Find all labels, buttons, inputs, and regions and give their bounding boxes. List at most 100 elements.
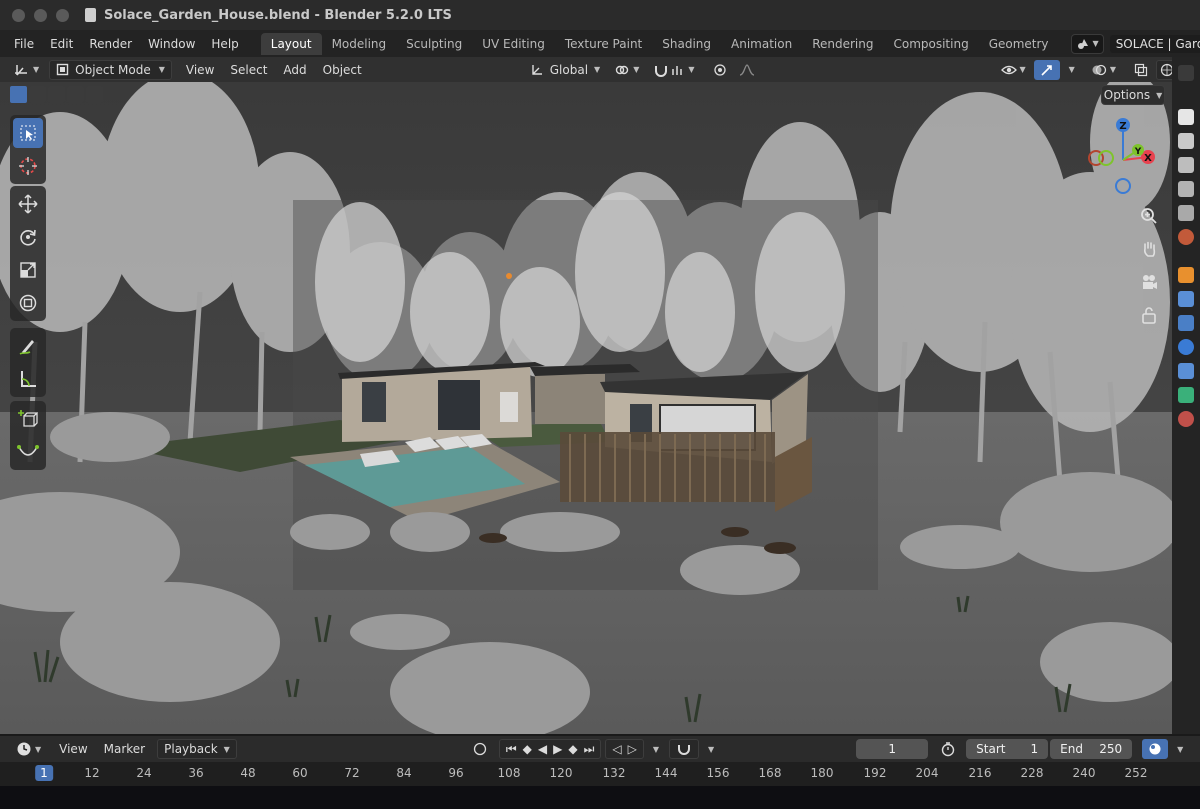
play-icon[interactable]: ▶ xyxy=(553,742,562,756)
zoom-button[interactable] xyxy=(1137,204,1161,228)
chevron-down-icon: ▼ xyxy=(1019,65,1026,74)
play-reverse-icon[interactable]: ◀ xyxy=(538,742,547,756)
orientation-icon xyxy=(532,64,542,75)
zoom-window-button[interactable] xyxy=(56,8,69,22)
timeline-view-dropdown[interactable]: ▼ xyxy=(1171,739,1189,759)
options-dropdown[interactable]: Options ▼ xyxy=(1101,85,1165,105)
tab-rendering[interactable]: Rendering xyxy=(802,33,883,55)
constraints-icon[interactable] xyxy=(1178,363,1194,379)
jump-keyframe-back-icon[interactable]: ◆ xyxy=(523,742,532,756)
menu-add[interactable]: Add xyxy=(277,60,312,80)
auto-keying-toggle[interactable] xyxy=(467,739,493,759)
mode-dropdown[interactable]: Object Mode ▼ xyxy=(49,59,172,80)
select-box-tool[interactable] xyxy=(13,118,43,148)
timeline-editor-type[interactable]: ▼ xyxy=(10,739,47,759)
snap-timeline-dropdown[interactable]: ▼ xyxy=(702,739,720,759)
add-cube-tool[interactable] xyxy=(13,404,43,434)
visibility-dropdown[interactable]: ▼ xyxy=(995,60,1032,80)
editor-type-button[interactable]: ▼ xyxy=(8,60,45,80)
render-properties-icon[interactable] xyxy=(1178,133,1194,149)
particles-icon[interactable] xyxy=(1178,315,1194,331)
minimize-window-button[interactable] xyxy=(34,8,47,22)
tab-compositing[interactable]: Compositing xyxy=(883,33,978,55)
object-properties-icon[interactable] xyxy=(1178,267,1194,283)
scene-selector[interactable]: ▼ xyxy=(1070,33,1104,54)
select-new-icon[interactable] xyxy=(10,86,27,103)
current-frame-marker[interactable]: 1 xyxy=(35,765,53,781)
select-subtract-icon[interactable] xyxy=(48,86,65,103)
snap-dropdown[interactable]: ▼ xyxy=(647,60,700,80)
timeline-view-toggle[interactable] xyxy=(1142,739,1169,759)
material-icon[interactable] xyxy=(1178,411,1194,427)
xray-toggle[interactable] xyxy=(1128,60,1154,80)
select-invert-icon[interactable] xyxy=(67,86,84,103)
menu-view[interactable]: View xyxy=(180,60,220,80)
annotate-tool[interactable] xyxy=(13,331,43,361)
menu-render[interactable]: Render xyxy=(81,37,140,51)
menu-object[interactable]: Object xyxy=(317,60,368,80)
select-extend-icon[interactable] xyxy=(29,86,46,103)
overlays-toggle[interactable]: ▼ xyxy=(1085,60,1122,80)
orientation-label: Global xyxy=(549,62,589,77)
proportional-falloff-dropdown[interactable] xyxy=(733,60,761,80)
tab-animation[interactable]: Animation xyxy=(721,33,802,55)
gizmo-dropdown[interactable]: ▼ xyxy=(1063,60,1081,80)
scene-properties-icon[interactable] xyxy=(1178,205,1194,221)
timeline-menu-view[interactable]: View xyxy=(53,739,93,759)
tab-geometry[interactable]: Geometry xyxy=(979,33,1059,55)
tab-sculpting[interactable]: Sculpting xyxy=(396,33,472,55)
jump-keyframe-forward-icon[interactable]: ◆ xyxy=(568,742,577,756)
object-data-icon[interactable] xyxy=(1178,387,1194,403)
jump-start-icon[interactable]: ⏮ xyxy=(506,742,517,757)
active-tool-icon[interactable] xyxy=(1178,109,1194,125)
cursor-tool[interactable] xyxy=(13,151,43,181)
wood-fence xyxy=(560,432,775,502)
frame-ruler[interactable]: 1 12 24 36 48 60 72 84 96 108 120 132 14… xyxy=(0,762,1200,786)
view-layer-icon[interactable] xyxy=(1178,181,1194,197)
menu-help[interactable]: Help xyxy=(203,37,246,51)
next-keyframe-icon[interactable]: ▷ xyxy=(628,742,637,756)
menu-select[interactable]: Select xyxy=(224,60,273,80)
output-properties-icon[interactable] xyxy=(1178,157,1194,173)
jump-end-icon[interactable]: ⏭ xyxy=(584,742,595,757)
pan-button[interactable] xyxy=(1137,237,1161,261)
curve-tool[interactable] xyxy=(13,437,43,467)
timeline-menu-marker[interactable]: Marker xyxy=(98,739,151,759)
pivot-dropdown[interactable]: ▼ xyxy=(608,60,645,80)
proportional-editing-toggle[interactable] xyxy=(707,60,733,80)
move-tool[interactable] xyxy=(13,189,43,219)
select-intersect-icon[interactable] xyxy=(86,86,103,103)
physics-icon[interactable] xyxy=(1178,339,1194,355)
modifier-wrench-icon[interactable] xyxy=(1178,291,1194,307)
tool-properties-icon[interactable] xyxy=(1178,65,1194,81)
3d-viewport[interactable]: Z X Y xyxy=(0,82,1172,734)
end-frame-field[interactable]: End 250 xyxy=(1050,739,1133,759)
close-window-button[interactable] xyxy=(12,8,25,22)
preview-range-toggle[interactable] xyxy=(934,739,962,759)
rotate-tool[interactable] xyxy=(13,222,43,252)
gizmo-toggle[interactable] xyxy=(1033,59,1060,80)
scene-name-field[interactable]: SOLACE | Garden House — Architectural St… xyxy=(1109,34,1200,53)
menu-edit[interactable]: Edit xyxy=(42,37,81,51)
menu-window[interactable]: Window xyxy=(140,37,203,51)
world-properties-icon[interactable] xyxy=(1178,229,1194,245)
transform-orientation-dropdown[interactable]: Global ▼ xyxy=(524,60,606,80)
tab-uv-editing[interactable]: UV Editing xyxy=(472,33,555,55)
lock-camera-button[interactable] xyxy=(1137,303,1161,327)
prev-keyframe-icon[interactable]: ◁ xyxy=(612,742,621,756)
playback-options-dropdown[interactable]: ▼ xyxy=(647,739,665,759)
tab-layout[interactable]: Layout xyxy=(260,32,322,55)
playback-dropdown[interactable]: Playback ▼ xyxy=(157,739,237,759)
scale-tool[interactable] xyxy=(13,255,43,285)
menu-file[interactable]: File xyxy=(6,37,42,51)
tab-modeling[interactable]: Modeling xyxy=(322,33,397,55)
snap-timeline-toggle[interactable] xyxy=(669,739,700,759)
measure-tool[interactable] xyxy=(13,364,43,394)
tab-shading[interactable]: Shading xyxy=(652,33,721,55)
camera-view-button[interactable] xyxy=(1137,270,1161,294)
transform-tool[interactable] xyxy=(13,288,43,318)
start-frame-field[interactable]: Start 1 xyxy=(966,739,1049,759)
current-frame-field[interactable]: 1 xyxy=(856,739,929,759)
navigation-gizmo[interactable]: Z X Y xyxy=(1082,112,1164,198)
tab-texture-paint[interactable]: Texture Paint xyxy=(555,33,652,55)
